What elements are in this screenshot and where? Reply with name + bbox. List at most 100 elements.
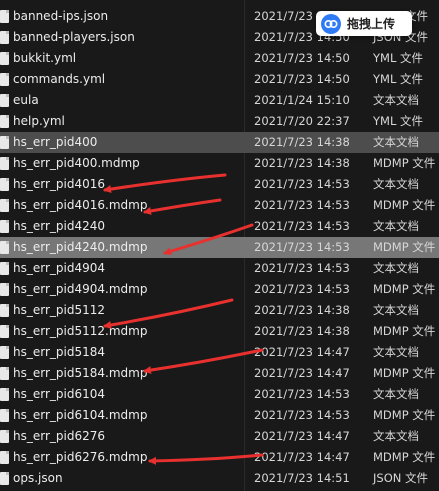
file-name: bukkit.yml <box>13 51 77 65</box>
file-modified-date: 2021/7/23 14:38 <box>254 156 350 170</box>
file-icon <box>0 10 9 23</box>
file-name: hs_err_pid5112.mdmp <box>13 324 148 338</box>
file-list: banned-ips.json 2021/7/23 14:50 JSON 文件 ban… <box>0 6 439 489</box>
file-type: MDMP 文件 <box>373 324 436 338</box>
file-icon <box>0 157 9 170</box>
file-row[interactable]: ops.json 2021/7/23 14:51 JSON 文件 <box>0 468 439 489</box>
file-row[interactable]: hs_err_pid400 2021/7/23 14:38 文本文档 <box>0 132 439 153</box>
file-row[interactable]: eula 2021/1/24 15:10 文本文档 <box>0 90 439 111</box>
file-icon <box>0 388 9 401</box>
file-type: JSON 文件 <box>373 471 429 485</box>
file-modified-date: 2021/7/23 14:53 <box>254 282 350 296</box>
file-icon <box>0 283 9 296</box>
file-row[interactable]: commands.yml 2021/7/23 14:50 YML 文件 <box>0 69 439 90</box>
file-modified-date: 2021/7/23 14:53 <box>254 387 350 401</box>
file-name: banned-players.json <box>13 30 135 44</box>
file-name: hs_err_pid400.mdmp <box>13 156 140 170</box>
file-name: hs_err_pid6276 <box>13 429 106 443</box>
file-modified-date: 2021/7/23 14:47 <box>254 450 350 464</box>
file-row[interactable]: hs_err_pid400.mdmp 2021/7/23 14:38 MDMP 文件 <box>0 153 439 174</box>
file-icon <box>0 325 9 338</box>
file-row[interactable]: hs_err_pid6104 2021/7/23 14:53 文本文档 <box>0 384 439 405</box>
file-icon <box>0 346 9 359</box>
file-type: YML 文件 <box>373 114 424 128</box>
file-icon <box>0 52 9 65</box>
file-modified-date: 2021/7/23 14:53 <box>254 261 350 275</box>
file-icon <box>0 220 9 233</box>
file-type: 文本文档 <box>373 219 419 233</box>
file-name: help.yml <box>13 114 65 128</box>
file-name: hs_err_pid4016 <box>13 177 106 191</box>
file-modified-date: 2021/7/23 14:53 <box>254 219 350 233</box>
file-type: MDMP 文件 <box>373 156 436 170</box>
file-modified-date: 2021/7/23 14:47 <box>254 345 350 359</box>
file-name: hs_err_pid4904.mdmp <box>13 282 148 296</box>
file-row[interactable]: hs_err_pid5112.mdmp 2021/7/23 14:38 MDMP 文… <box>0 321 439 342</box>
file-icon <box>0 241 9 254</box>
file-icon <box>0 31 9 44</box>
baidu-cloud-icon <box>321 13 341 34</box>
file-type: MDMP 文件 <box>373 198 436 212</box>
file-type: 文本文档 <box>373 177 419 191</box>
file-row[interactable]: hs_err_pid6276.mdmp 2021/7/23 14:47 MDMP 文… <box>0 447 439 468</box>
file-row[interactable]: hs_err_pid6104.mdmp 2021/7/23 14:53 MDMP 文… <box>0 405 439 426</box>
file-row[interactable]: hs_err_pid4240.mdmp 2021/7/23 14:53 MDMP 文… <box>0 237 439 258</box>
file-icon <box>0 409 9 422</box>
file-modified-date: 2021/7/23 14:38 <box>254 303 350 317</box>
file-name: hs_err_pid6104 <box>13 387 106 401</box>
file-type: 文本文档 <box>373 135 419 149</box>
file-name: hs_err_pid400 <box>13 135 98 149</box>
file-type: MDMP 文件 <box>373 366 436 380</box>
file-modified-date: 2021/7/23 14:53 <box>254 240 350 254</box>
file-type: MDMP 文件 <box>373 408 436 422</box>
file-type: 文本文档 <box>373 345 419 359</box>
file-modified-date: 2021/7/23 14:47 <box>254 429 350 443</box>
file-icon <box>0 115 9 128</box>
file-icon <box>0 199 9 212</box>
file-icon <box>0 367 9 380</box>
file-row[interactable]: help.yml 2021/7/20 22:37 YML 文件 <box>0 111 439 132</box>
file-icon <box>0 178 9 191</box>
file-row[interactable]: hs_err_pid4240 2021/7/23 14:53 文本文档 <box>0 216 439 237</box>
file-name: hs_err_pid4240.mdmp <box>13 240 148 254</box>
file-row[interactable]: hs_err_pid4904.mdmp 2021/7/23 14:53 MDMP 文… <box>0 279 439 300</box>
file-modified-date: 2021/7/20 22:37 <box>254 114 350 128</box>
file-name: hs_err_pid6104.mdmp <box>13 408 148 422</box>
file-row[interactable]: hs_err_pid4016.mdmp 2021/7/23 14:53 MDMP 文… <box>0 195 439 216</box>
file-type: 文本文档 <box>373 387 419 401</box>
file-type: YML 文件 <box>373 72 424 86</box>
file-modified-date: 2021/1/24 15:10 <box>254 93 350 107</box>
file-row[interactable]: hs_err_pid5184 2021/7/23 14:47 文本文档 <box>0 342 439 363</box>
file-modified-date: 2021/7/23 14:53 <box>254 408 350 422</box>
upload-button[interactable]: 拖拽上传 <box>316 11 412 36</box>
file-modified-date: 2021/7/23 14:38 <box>254 135 350 149</box>
file-modified-date: 2021/7/23 14:53 <box>254 198 350 212</box>
file-name: hs_err_pid5112 <box>13 303 106 317</box>
file-modified-date: 2021/7/23 14:50 <box>254 72 350 86</box>
upload-button-label: 拖拽上传 <box>347 17 396 31</box>
file-icon <box>0 304 9 317</box>
file-modified-date: 2021/7/23 14:53 <box>254 177 350 191</box>
file-name: banned-ips.json <box>13 9 109 23</box>
file-icon <box>0 94 9 107</box>
file-row[interactable]: hs_err_pid5184.mdmp 2021/7/23 14:47 MDMP 文… <box>0 363 439 384</box>
file-modified-date: 2021/7/23 14:50 <box>254 51 350 65</box>
file-icon <box>0 73 9 86</box>
file-modified-date: 2021/7/23 14:51 <box>254 471 350 485</box>
file-icon <box>0 262 9 275</box>
file-row[interactable]: hs_err_pid5112 2021/7/23 14:38 文本文档 <box>0 300 439 321</box>
file-explorer-window: banned-ips.json 2021/7/23 14:50 JSON 文件 ban… <box>0 0 439 491</box>
file-name: hs_err_pid4016.mdmp <box>13 198 148 212</box>
file-type: 文本文档 <box>373 261 419 275</box>
file-name: hs_err_pid5184.mdmp <box>13 366 148 380</box>
file-type: YML 文件 <box>373 51 424 65</box>
file-row[interactable]: hs_err_pid4904 2021/7/23 14:53 文本文档 <box>0 258 439 279</box>
file-type: MDMP 文件 <box>373 282 436 296</box>
file-row[interactable]: hs_err_pid4016 2021/7/23 14:53 文本文档 <box>0 174 439 195</box>
file-type: 文本文档 <box>373 429 419 443</box>
file-row[interactable]: bukkit.yml 2021/7/23 14:50 YML 文件 <box>0 48 439 69</box>
file-name: hs_err_pid4240 <box>13 219 106 233</box>
file-icon <box>0 136 9 149</box>
file-name: eula <box>13 93 39 107</box>
file-row[interactable]: hs_err_pid6276 2021/7/23 14:47 文本文档 <box>0 426 439 447</box>
